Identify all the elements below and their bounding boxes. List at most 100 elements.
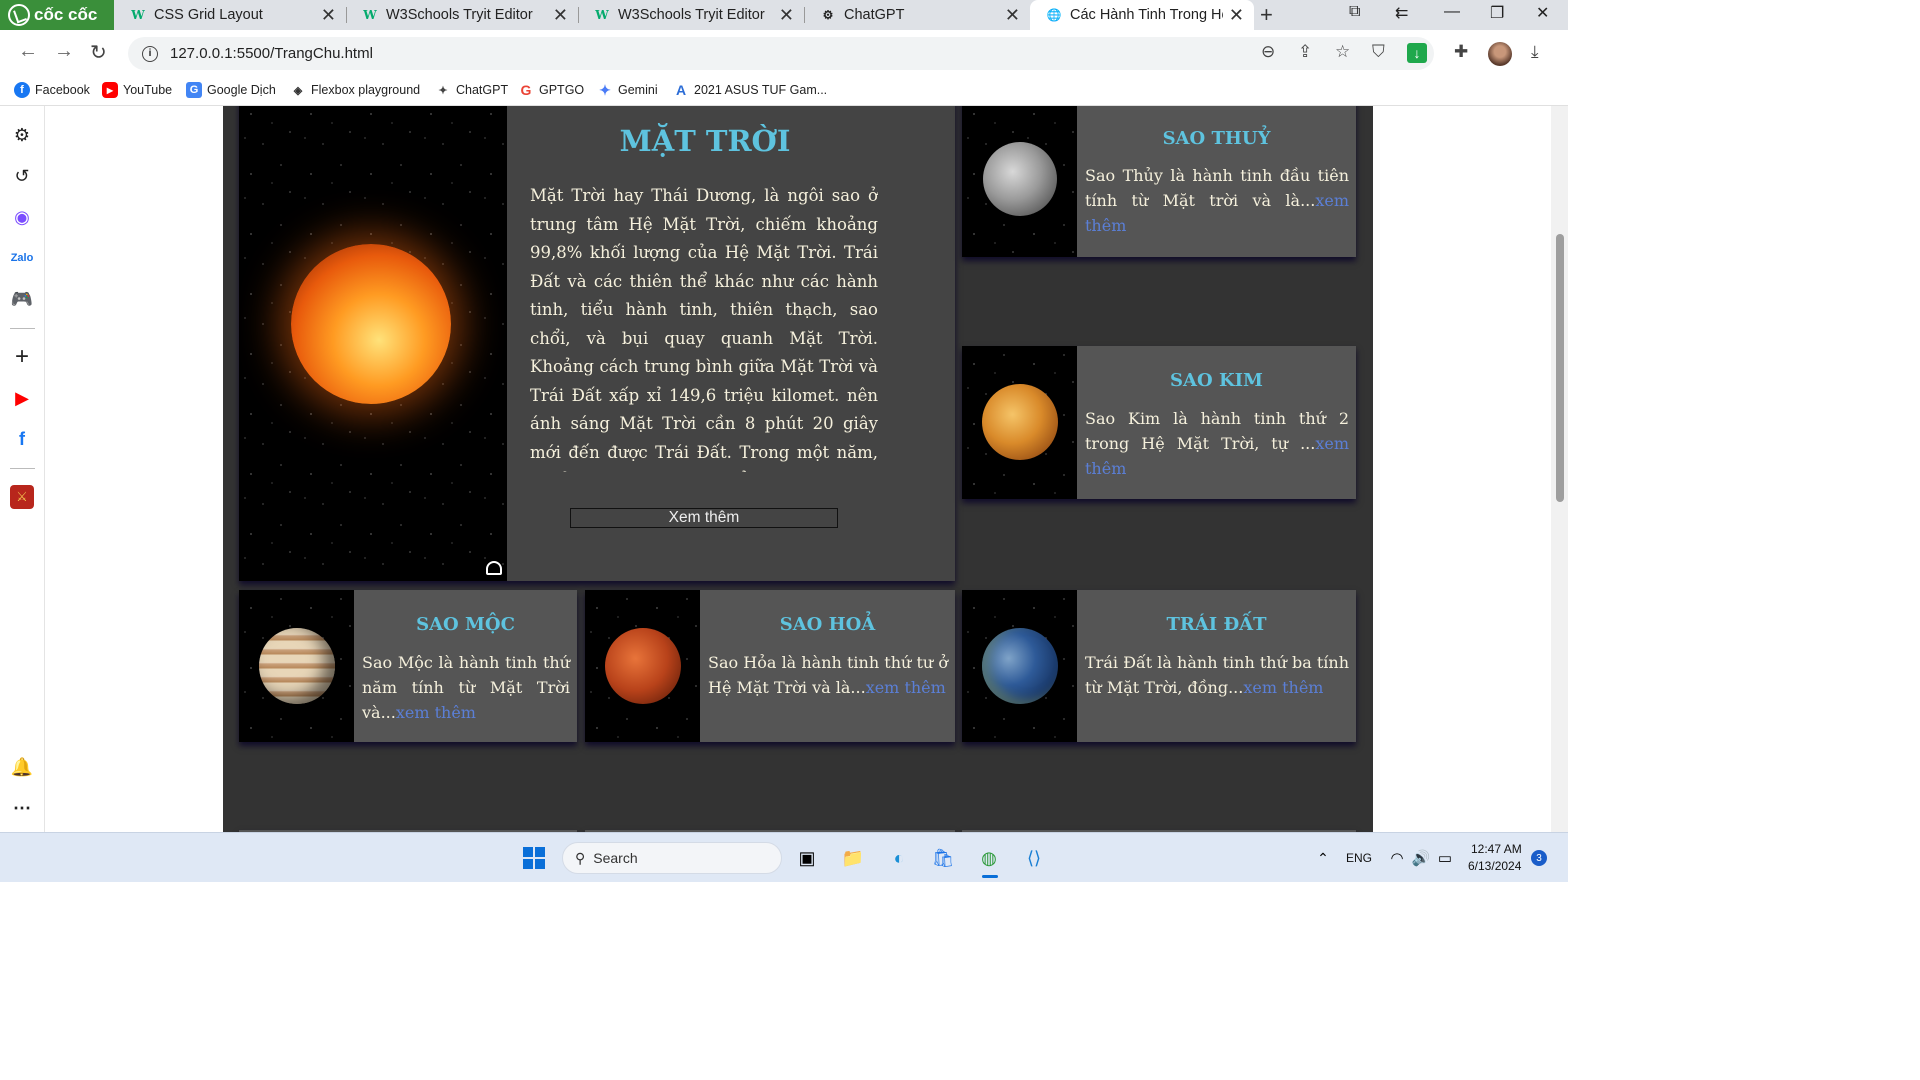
tab-w3schools-2[interactable]: W W3Schools Tryit Editor ✕ <box>578 0 804 30</box>
mercury-text: Sao Thủy là hành tinh đầu tiên tính từ M… <box>1085 166 1349 210</box>
jupiter-more-link[interactable]: xem thêm <box>396 703 476 722</box>
clock-time[interactable]: 12:47 AM <box>1471 842 1522 856</box>
mercury-description: Sao Thủy là hành tinh đầu tiên tính từ M… <box>1085 163 1349 238</box>
windows-start-icon[interactable] <box>521 845 547 871</box>
close-icon[interactable]: ✕ <box>553 5 568 26</box>
bookmark-label: YouTube <box>123 83 173 97</box>
tab-title: W3Schools Tryit Editor <box>386 7 533 23</box>
venus-description: Sao Kim là hành tinh thứ 2 trong Hệ Mặt … <box>1085 406 1349 481</box>
maximize-icon[interactable]: ❐ <box>1490 3 1504 23</box>
minimize-icon[interactable]: — <box>1444 3 1460 21</box>
w3schools-icon: W <box>363 8 377 22</box>
bookmark-gptgo[interactable]: G GPTGO <box>518 82 585 98</box>
earth-card: TRÁI ĐẤT Trái Đất là hành tinh thứ ba tí… <box>962 590 1356 742</box>
download-extension-icon[interactable]: ↓ <box>1407 43 1427 63</box>
mars-description: Sao Hỏa là hành tinh thứ tư ở Hệ Mặt Trờ… <box>708 650 948 700</box>
tab-css-grid[interactable]: W CSS Grid Layout ✕ <box>114 0 346 30</box>
close-icon[interactable]: ✕ <box>779 5 794 26</box>
battery-icon[interactable]: ▭ <box>1432 845 1458 871</box>
divider <box>10 468 35 469</box>
settings-icon[interactable]: ⚙ <box>10 123 34 147</box>
venus-card: SAO KIM Sao Kim là hành tinh thứ 2 trong… <box>962 346 1356 499</box>
history-icon[interactable]: ↺ <box>10 164 34 188</box>
divider <box>10 328 35 329</box>
file-explorer-icon[interactable]: 📁 <box>840 845 866 871</box>
add-icon[interactable]: + <box>10 343 34 370</box>
volume-icon[interactable]: 🔊 <box>1408 845 1434 871</box>
reload-icon[interactable]: ↻ <box>90 40 107 65</box>
bookmarks-bar: f Facebook ▶ YouTube G Google Dịch ◈ Fle… <box>0 76 1568 106</box>
tab-title: Các Hành Tinh Trong Hệ M <box>1070 7 1223 23</box>
venus-planet-icon <box>982 384 1058 460</box>
chatgpt-icon: ⚙ <box>822 8 834 22</box>
game-controller-icon[interactable]: 🎮 <box>10 287 34 311</box>
bookmark-label: Flexbox playground <box>311 83 421 97</box>
store-icon[interactable]: 🛍 <box>930 845 956 871</box>
mercury-image <box>962 106 1077 257</box>
earth-more-link[interactable]: xem thêm <box>1243 678 1323 697</box>
bookmark-facebook[interactable]: f Facebook <box>14 82 90 98</box>
bookmark-chatgpt[interactable]: ✦ ChatGPT <box>435 82 508 98</box>
tab-title: CSS Grid Layout <box>154 7 263 23</box>
close-window-icon[interactable]: ✕ <box>1536 3 1549 23</box>
notification-badge[interactable]: 3 <box>1531 850 1547 866</box>
youtube-icon[interactable]: ▶ <box>10 386 34 410</box>
bookmark-youtube[interactable]: ▶ YouTube <box>102 82 172 98</box>
language-indicator[interactable]: ENG <box>1346 851 1372 865</box>
coccoc-taskbar-icon[interactable]: ◍ <box>976 845 1002 871</box>
close-icon[interactable]: ✕ <box>1005 5 1020 26</box>
see-more-button[interactable]: Xem thêm <box>570 508 838 528</box>
edge-icon[interactable]: ◐ <box>886 845 912 871</box>
tab-w3schools-1[interactable]: W W3Schools Tryit Editor ✕ <box>346 0 578 30</box>
avatar[interactable] <box>1488 42 1512 66</box>
wifi-icon[interactable]: ◠ <box>1384 845 1410 871</box>
share-icon[interactable]: ⇪ <box>1298 42 1312 62</box>
vscode-icon[interactable]: ⟨⟩ <box>1021 845 1047 871</box>
bookmark-asus[interactable]: A 2021 ASUS TUF Gam... <box>673 82 827 98</box>
close-icon[interactable]: ✕ <box>1229 5 1244 26</box>
site-info-icon[interactable]: i <box>142 45 158 62</box>
url-field[interactable]: i 127.0.0.1:5500/TrangChu.html <box>128 37 1434 70</box>
browser-brand: cốc cốc <box>34 5 98 24</box>
more-icon[interactable]: ⋯ <box>10 796 34 820</box>
watermark-logo-icon <box>486 561 502 575</box>
messenger-icon[interactable]: ◉ <box>10 205 34 229</box>
close-icon[interactable]: ✕ <box>321 5 336 26</box>
bookmark-google-translate[interactable]: G Google Dịch <box>186 82 276 98</box>
url-text: 127.0.0.1:5500/TrangChu.html <box>170 45 373 62</box>
google-translate-icon: G <box>186 82 202 98</box>
facebook-icon[interactable]: f <box>10 427 34 451</box>
shield-icon[interactable]: ⛉ <box>1372 42 1385 62</box>
tab-chatgpt[interactable]: ⚙ ChatGPT ✕ <box>804 0 1030 30</box>
bookmark-flexbox[interactable]: ◈ Flexbox playground <box>290 82 420 98</box>
extensions-icon[interactable]: ✚ <box>1454 42 1468 62</box>
chevron-up-icon[interactable]: ⌃ <box>1310 845 1336 871</box>
download-icon[interactable]: ⤓ <box>1531 42 1539 62</box>
forward-icon[interactable]: → <box>54 40 74 63</box>
asus-icon: A <box>675 82 687 98</box>
bell-icon[interactable]: 🔔 <box>10 755 34 779</box>
back-icon[interactable]: ← <box>18 40 38 63</box>
zalo-icon[interactable]: Zalo <box>10 246 34 270</box>
zoom-icon[interactable]: ⊖ <box>1261 42 1275 62</box>
coccoc-logo[interactable]: cốc cốc <box>0 0 114 30</box>
tab-search-icon[interactable]: ⧉ <box>1349 3 1360 21</box>
earth-planet-icon <box>982 628 1058 704</box>
jupiter-card: SAO MỘC Sao Mộc là hành tinh thứ năm tín… <box>239 590 577 742</box>
jupiter-description: Sao Mộc là hành tinh thứ năm tính từ Mặt… <box>362 650 570 725</box>
globe-icon: 🌐 <box>1046 8 1062 22</box>
bookmark-gemini[interactable]: ✦ Gemini <box>597 82 657 98</box>
star-icon[interactable]: ☆ <box>1335 42 1350 62</box>
mars-more-link[interactable]: xem thêm <box>866 678 946 697</box>
tab-planets[interactable]: 🌐 Các Hành Tinh Trong Hệ M ✕ <box>1030 0 1254 30</box>
taskbar: ⚲ Search ▣ 📁 ◐ 🛍 ◍ ⟨⟩ ⌃ ENG ◠ 🔊 ▭ 12:47 … <box>0 832 1568 882</box>
scroll-thumb[interactable] <box>1556 234 1564 502</box>
back-history-icon[interactable]: ⇇ <box>1395 3 1408 23</box>
clock-date[interactable]: 6/13/2024 <box>1468 859 1521 873</box>
task-view-icon[interactable]: ▣ <box>794 845 820 871</box>
page-scrollbar[interactable] <box>1551 106 1568 832</box>
game-app-icon[interactable]: ⚔ <box>10 485 34 509</box>
bookmark-label: GPTGO <box>539 83 585 97</box>
taskbar-search[interactable]: ⚲ Search <box>562 842 782 874</box>
new-tab-icon[interactable]: + <box>1260 2 1273 28</box>
